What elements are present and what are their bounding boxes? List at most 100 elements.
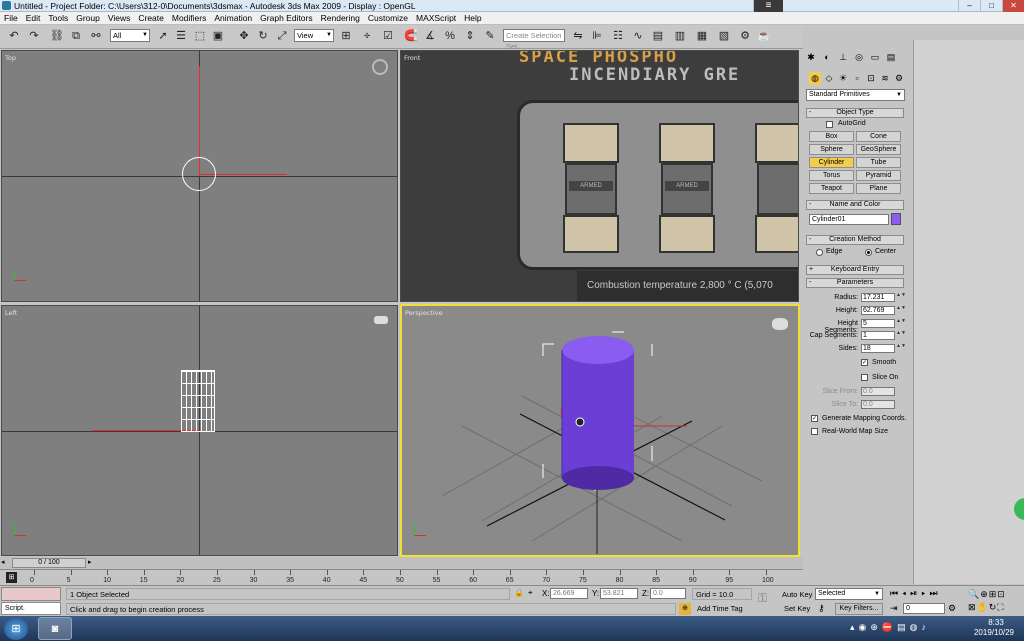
menu-graph-editors[interactable]: Graph Editors xyxy=(256,12,316,23)
undo-icon[interactable]: ↶ xyxy=(6,28,22,45)
viewport-top[interactable]: Top xyxy=(1,50,398,302)
object-color-swatch[interactable] xyxy=(891,213,901,225)
key-filters-button[interactable]: Key Filters... xyxy=(835,603,883,615)
creation-method-rollout[interactable]: - Creation Method xyxy=(806,235,904,245)
radius-spinner[interactable]: ▲▼ xyxy=(896,293,906,302)
radius-input[interactable]: 17.231 xyxy=(861,293,895,302)
schematic-view-icon[interactable]: ▤ xyxy=(650,28,666,45)
viewcube-icon[interactable] xyxy=(374,316,388,324)
viewcube-icon[interactable] xyxy=(372,59,388,75)
smooth-checkbox[interactable]: ✓ xyxy=(861,359,868,366)
redo-icon[interactable]: ↷ xyxy=(26,28,42,45)
create-tab-icon[interactable]: ✱ xyxy=(805,51,817,64)
generate-mapping-checkbox[interactable]: ✓ xyxy=(811,415,818,422)
primitive-type-dropdown[interactable]: Standard Primitives ▼ xyxy=(806,89,905,101)
height-spinner[interactable]: ▲▼ xyxy=(896,306,906,315)
viewport-label-front[interactable]: Front xyxy=(404,54,420,62)
sides-spinner[interactable]: ▲▼ xyxy=(896,344,906,353)
render-iterative-icon[interactable]: ☕ xyxy=(756,28,772,45)
key-icon[interactable]: ⚿ xyxy=(758,591,778,607)
viewport-label-left[interactable]: Left xyxy=(5,309,17,317)
rotate-icon[interactable]: ↻ xyxy=(255,28,271,45)
menu-views[interactable]: Views xyxy=(104,12,135,23)
playback-controls[interactable]: ⏮◂⏯▸⏭ xyxy=(890,588,970,601)
reference-coordinate-dropdown[interactable]: View ▼ xyxy=(294,29,334,42)
menu-edit[interactable]: Edit xyxy=(22,12,45,23)
cone-button[interactable]: Cone xyxy=(856,131,901,142)
clock-date[interactable]: 2019/10/29 xyxy=(966,628,1022,637)
key-mode-toggle-icon[interactable]: ⇥ xyxy=(890,603,902,615)
cylinder-button[interactable]: Cylinder xyxy=(809,157,854,168)
menu-help[interactable]: Help xyxy=(460,12,485,23)
keyboard-entry-rollout[interactable]: + Keyboard Entry xyxy=(806,265,904,275)
time-slider[interactable]: 0 / 100 xyxy=(12,558,86,568)
bind-spacewarp-icon[interactable]: ⚯ xyxy=(88,28,104,45)
teapot-button[interactable]: Teapot xyxy=(809,183,854,194)
menu-tools[interactable]: Tools xyxy=(44,12,72,23)
sides-input[interactable]: 18 xyxy=(861,344,895,353)
set-key-button[interactable]: Set Key xyxy=(784,603,814,615)
add-time-tag-button[interactable]: Add Time Tag xyxy=(695,603,755,615)
name-and-color-rollout[interactable]: - Name and Color xyxy=(806,200,904,210)
y-coordinate-input[interactable]: 53.821 xyxy=(600,588,638,599)
select-link-icon[interactable]: ⛓ xyxy=(49,28,65,45)
torus-button[interactable]: Torus xyxy=(809,170,854,181)
auto-key-button[interactable]: Auto Key xyxy=(782,589,814,601)
named-selection-set-dropdown[interactable]: Create Selection Set xyxy=(503,29,565,51)
edge-radio[interactable] xyxy=(816,249,823,256)
menu-file[interactable]: File xyxy=(0,12,22,23)
helpers-icon[interactable]: ⊡ xyxy=(865,72,877,85)
side-tab-icon[interactable] xyxy=(1014,498,1024,520)
angle-snap-icon[interactable]: ∡ xyxy=(422,28,438,45)
menu-create[interactable]: Create xyxy=(134,12,168,23)
percent-snap-icon[interactable]: % xyxy=(442,28,458,45)
slice-from-input[interactable]: 0.0 xyxy=(861,387,895,396)
close-button[interactable]: ✕ xyxy=(1002,0,1024,12)
clock-time[interactable]: 8:33 xyxy=(972,618,1020,627)
spacewarps-icon[interactable]: ≋ xyxy=(879,72,891,85)
current-frame-input[interactable]: 0 xyxy=(903,603,945,614)
x-coordinate-input[interactable]: 26.669 xyxy=(550,588,588,599)
scale-icon[interactable]: ⤢ xyxy=(274,28,290,45)
viewport-label-top[interactable]: Top xyxy=(5,54,16,62)
utilities-tab-icon[interactable]: ▤ xyxy=(885,51,897,64)
lights-icon[interactable]: ☀ xyxy=(837,72,849,85)
modify-tab-icon[interactable]: ◐ xyxy=(821,51,833,64)
render-production-icon[interactable]: ⚙ xyxy=(737,28,753,45)
rendered-frame-window-icon[interactable]: ▧ xyxy=(716,28,732,45)
absolute-mode-icon[interactable]: ⌖ xyxy=(528,588,538,600)
select-manipulate-icon[interactable]: ✣ xyxy=(359,28,375,45)
curve-editor-icon[interactable]: ∿ xyxy=(630,28,646,45)
plane-button[interactable]: Plane xyxy=(856,183,901,194)
tube-button[interactable]: Tube xyxy=(856,157,901,168)
height-segments-spinner[interactable]: ▲▼ xyxy=(896,319,906,328)
box-button[interactable]: Box xyxy=(809,131,854,142)
unlink-icon[interactable]: ⧉ xyxy=(68,28,84,45)
viewport-navigation-controls[interactable]: 🔍⊕⊞⊡ ⊠✋↻⛶ xyxy=(968,588,1023,615)
geometry-icon[interactable]: ◍ xyxy=(809,72,821,85)
rectangular-selection-icon[interactable]: ⬚ xyxy=(192,28,208,45)
z-coordinate-input[interactable]: 0.0 xyxy=(650,588,686,599)
edit-named-selection-icon[interactable]: ✎ xyxy=(482,28,498,45)
menu-group[interactable]: Group xyxy=(72,12,104,23)
pivot-center-icon[interactable]: ⊞ xyxy=(338,28,354,45)
snaps-toggle-icon[interactable]: 🧲 xyxy=(403,28,419,45)
menu-animation[interactable]: Animation xyxy=(210,12,256,23)
track-bar-toggle-icon[interactable]: ⊞ xyxy=(6,572,17,583)
prev-arrow-icon[interactable]: ◂ xyxy=(1,558,10,568)
height-segments-input[interactable]: 5 xyxy=(861,319,895,328)
menu-maxscript[interactable]: MAXScript xyxy=(412,12,460,23)
move-icon[interactable]: ✥ xyxy=(236,28,252,45)
time-config-icon[interactable]: ⚙ xyxy=(948,603,964,615)
menu-toggle-icon[interactable]: ≡ xyxy=(753,0,783,12)
real-world-map-checkbox[interactable] xyxy=(811,428,818,435)
align-icon[interactable]: ⊫ xyxy=(589,28,605,45)
spinner-snap-icon[interactable]: ⇕ xyxy=(462,28,478,45)
menu-modifiers[interactable]: Modifiers xyxy=(168,12,210,23)
menu-customize[interactable]: Customize xyxy=(364,12,412,23)
viewport-front[interactable]: Front SPACE PHOSPHO INCENDIARY GRE ARMED… xyxy=(400,50,799,302)
render-setup-icon[interactable]: ▦ xyxy=(694,28,710,45)
viewport-perspective[interactable]: Perspective xyxy=(400,304,800,557)
menu-rendering[interactable]: Rendering xyxy=(317,12,364,23)
mirror-icon[interactable]: ⇋ xyxy=(570,28,586,45)
